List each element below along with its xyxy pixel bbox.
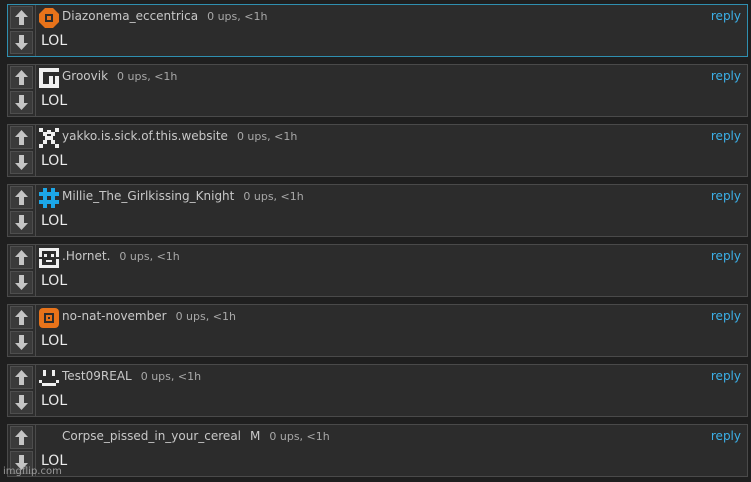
comment-header: yakko.is.sick.of.this.website 0 ups, <1h — [62, 129, 627, 143]
comment-text: LOL — [41, 153, 68, 169]
downvote-button[interactable] — [10, 91, 33, 114]
comment-info: 0 ups, <1h — [243, 190, 304, 203]
comment-text: LOL — [41, 333, 68, 349]
vote-controls — [8, 245, 36, 296]
white-g-icon[interactable] — [39, 68, 59, 88]
comment-info: 0 ups, <1h — [119, 250, 180, 263]
comment-header: Millie_The_Girlkissing_Knight 0 ups, <1h — [62, 189, 627, 203]
reply-link[interactable]: reply — [711, 189, 741, 203]
downvote-button[interactable] — [10, 211, 33, 234]
upvote-button[interactable] — [10, 126, 33, 149]
pixel-spider-icon[interactable] — [39, 128, 59, 148]
username-link[interactable]: Millie_The_Girlkissing_Knight — [62, 189, 234, 203]
upvote-button[interactable] — [10, 426, 33, 449]
upvote-button[interactable] — [10, 66, 33, 89]
username-link[interactable]: Test09REAL — [62, 369, 132, 383]
vote-controls — [8, 185, 36, 236]
comment: yakko.is.sick.of.this.website 0 ups, <1h… — [7, 124, 748, 177]
upvote-button[interactable] — [10, 246, 33, 269]
username-link[interactable]: Corpse_pissed_in_your_cereal — [62, 429, 241, 443]
username-link[interactable]: .Hornet. — [62, 249, 110, 263]
comment-text: LOL — [41, 213, 68, 229]
comment: Groovik 0 ups, <1h reply LOL — [7, 64, 748, 117]
comment-info: 0 ups, <1h — [207, 10, 268, 23]
smile-icon[interactable] — [39, 368, 59, 388]
comment-header: no-nat-november 0 ups, <1h — [62, 309, 627, 323]
vote-controls — [8, 305, 36, 356]
comment: .Hornet. 0 ups, <1h reply LOL — [7, 244, 748, 297]
reply-link[interactable]: reply — [711, 129, 741, 143]
upvote-button[interactable] — [10, 186, 33, 209]
comment-text: LOL — [41, 273, 68, 289]
comment: Test09REAL 0 ups, <1h reply LOL — [7, 364, 748, 417]
upvote-button[interactable] — [10, 306, 33, 329]
imgflip-watermark: imgflip.com — [3, 466, 62, 477]
reply-link[interactable]: reply — [711, 69, 741, 83]
orange-octagon-icon[interactable] — [39, 8, 59, 28]
username-link[interactable]: Diazonema_eccentrica — [62, 9, 198, 23]
reply-link[interactable]: reply — [711, 429, 741, 443]
comment-header: Test09REAL 0 ups, <1h — [62, 369, 627, 383]
comment: no-nat-november 0 ups, <1h reply LOL — [7, 304, 748, 357]
white-face-icon[interactable] — [39, 248, 59, 268]
downvote-button[interactable] — [10, 391, 33, 414]
comment-info: 0 ups, <1h — [140, 370, 202, 383]
reply-link[interactable]: reply — [711, 9, 741, 23]
comment-info: 0 ups, <1h — [175, 310, 236, 323]
downvote-button[interactable] — [10, 31, 33, 54]
comment-info: 0 ups, <1h — [269, 430, 330, 443]
comment-header: .Hornet. 0 ups, <1h — [62, 249, 627, 263]
comment-header: Corpse_pissed_in_your_cereal M 0 ups, <1… — [62, 429, 627, 443]
comment-header: Diazonema_eccentrica 0 ups, <1h — [62, 9, 627, 23]
blue-hash-icon[interactable] — [39, 188, 59, 208]
comment: Diazonema_eccentrica 0 ups, <1h reply LO… — [7, 4, 748, 57]
comment: Millie_The_Girlkissing_Knight 0 ups, <1h… — [7, 184, 748, 237]
orange-ring-icon[interactable] — [39, 308, 59, 328]
upvote-button[interactable] — [10, 6, 33, 29]
moderator-badge: M — [250, 429, 261, 443]
downvote-button[interactable] — [10, 331, 33, 354]
comment-header: Groovik 0 ups, <1h — [62, 69, 627, 83]
downvote-button[interactable] — [10, 271, 33, 294]
vote-controls — [8, 125, 36, 176]
vote-controls — [8, 5, 36, 56]
comment-text: LOL — [41, 93, 68, 109]
reply-link[interactable]: reply — [711, 369, 741, 383]
reply-link[interactable]: reply — [711, 249, 741, 263]
downvote-button[interactable] — [10, 151, 33, 174]
vote-controls — [8, 365, 36, 416]
username-link[interactable]: yakko.is.sick.of.this.website — [62, 129, 228, 143]
comment: Corpse_pissed_in_your_cereal M 0 ups, <1… — [7, 424, 748, 477]
username-link[interactable]: no-nat-november — [62, 309, 167, 323]
upvote-button[interactable] — [10, 366, 33, 389]
comment-info: 0 ups, <1h — [236, 130, 298, 143]
comment-text: LOL — [41, 393, 68, 409]
username-link[interactable]: Groovik — [62, 69, 108, 83]
comment-text: LOL — [41, 33, 68, 49]
vote-controls — [8, 65, 36, 116]
reply-link[interactable]: reply — [711, 309, 741, 323]
comment-info: 0 ups, <1h — [117, 70, 178, 83]
